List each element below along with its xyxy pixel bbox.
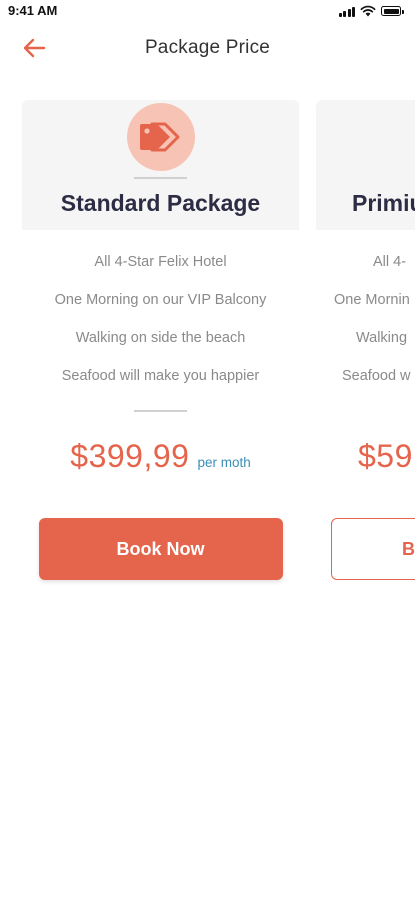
card-header: Standard Package — [22, 100, 299, 230]
price-divider — [134, 410, 187, 412]
book-button-premium[interactable]: B — [331, 518, 415, 580]
price-tag-icon — [140, 122, 180, 152]
nav-bar: Package Price — [0, 32, 415, 64]
feature-list: All 4-Star Felix Hotel One Morning on ou… — [22, 250, 299, 402]
card-header: Primiu — [316, 100, 415, 230]
feature-item: Walking on side the beach — [75, 330, 246, 346]
price-period: per moth — [197, 455, 251, 470]
feature-item: One Mornin — [334, 292, 410, 308]
feature-item: Walking — [356, 330, 408, 346]
feature-item: Seafood will make you happier — [61, 368, 260, 384]
feature-item: All 4-Star Felix Hotel — [94, 254, 227, 270]
book-now-button[interactable]: Book Now — [38, 518, 283, 580]
feature-item: Seafood w — [342, 368, 411, 384]
status-bar: 9:41 AM — [0, 0, 415, 22]
price-row: $59 — [316, 438, 415, 475]
package-name: Standard Package — [60, 190, 261, 216]
package-name: Primiu — [352, 190, 415, 216]
price-row: $399,99 per moth — [22, 438, 299, 475]
status-icons — [338, 5, 404, 17]
feature-item: All 4- — [373, 254, 407, 270]
package-price: $399,99 — [70, 438, 190, 474]
wifi-icon — [360, 5, 376, 17]
package-price: $59 — [358, 438, 413, 474]
package-card-premium: Primiu All 4- One Mornin Walking Seafood… — [316, 100, 415, 580]
status-time: 9:41 AM — [8, 3, 58, 18]
signal-icon — [338, 6, 355, 17]
page-title: Package Price — [144, 37, 271, 58]
price-tag-badge — [127, 103, 195, 171]
feature-list: All 4- One Mornin Walking Seafood w — [316, 250, 415, 402]
battery-icon — [381, 6, 404, 16]
feature-item: One Morning on our VIP Balcony — [54, 292, 267, 308]
package-carousel[interactable]: Standard Package All 4-Star Felix Hotel … — [0, 100, 415, 620]
header-divider — [134, 177, 187, 179]
package-card-standard: Standard Package All 4-Star Felix Hotel … — [22, 100, 299, 580]
